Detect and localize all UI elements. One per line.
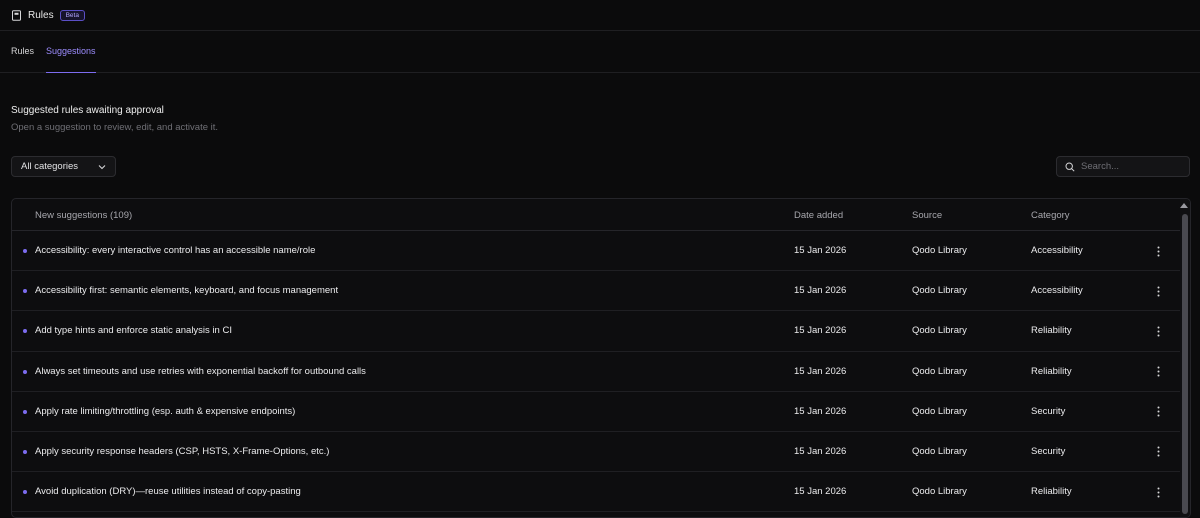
more-options-icon[interactable] (1154, 405, 1162, 419)
unread-dot-icon (23, 409, 27, 414)
column-header-date[interactable]: Date added (794, 210, 843, 221)
suggestion-source: Qodo Library (912, 486, 967, 498)
scrollbar[interactable] (1180, 199, 1190, 517)
unread-dot-icon (23, 289, 27, 294)
suggestions-table: New suggestions (109) Date added Source … (11, 198, 1191, 518)
suggestion-name: Apply rate limiting/throttling (esp. aut… (35, 405, 296, 417)
suggestion-name: Add type hints and enforce static analys… (35, 325, 232, 337)
scrollbar-thumb[interactable] (1182, 214, 1188, 514)
unread-dot-icon (23, 490, 27, 495)
page-subtitle: Open a suggestion to review, edit, and a… (11, 122, 219, 133)
more-options-icon[interactable] (1154, 485, 1162, 499)
suggestion-name: Apply security response headers (CSP, HS… (35, 445, 330, 457)
suggestion-source: Qodo Library (912, 365, 967, 377)
suggestion-category: Accessibility (1031, 285, 1083, 297)
scroll-up-icon[interactable] (1180, 203, 1188, 208)
tab-rules[interactable]: Rules (11, 30, 34, 72)
suggestion-category: Security (1031, 445, 1066, 457)
suggestion-source: Qodo Library (912, 245, 967, 256)
column-header-name[interactable]: New suggestions (109) (35, 210, 132, 221)
suggestion-name: Accessibility: every interactive control… (35, 245, 316, 256)
column-header-source[interactable]: Source (912, 210, 942, 221)
suggestion-source: Qodo Library (912, 285, 967, 297)
suggestion-date: 15 Jan 2026 (794, 486, 847, 498)
table-row[interactable]: Apply security response headers (CSP, HS… (12, 432, 1190, 473)
table-header: New suggestions (109) Date added Source … (12, 199, 1190, 231)
book-icon (11, 9, 22, 21)
tab-suggestions[interactable]: Suggestions (46, 30, 96, 73)
suggestion-category: Accessibility (1031, 245, 1083, 256)
search-box[interactable] (1056, 156, 1190, 177)
suggestion-category: Reliability (1031, 325, 1072, 337)
suggestion-source: Qodo Library (912, 325, 967, 337)
suggestion-date: 15 Jan 2026 (794, 365, 847, 377)
suggestion-source: Qodo Library (912, 405, 967, 417)
table-row[interactable]: Always set timeouts and use retries with… (12, 352, 1190, 392)
suggestion-date: 15 Jan 2026 (794, 285, 847, 297)
category-select[interactable]: All categories (11, 156, 116, 177)
search-icon (1065, 161, 1075, 172)
suggestion-category: Security (1031, 405, 1066, 417)
chevron-down-icon (98, 163, 106, 171)
suggestion-name: Always set timeouts and use retries with… (35, 365, 366, 377)
top-bar: Rules Beta (0, 0, 1200, 31)
suggestion-name: Avoid duplication (DRY)—reuse utilities … (35, 486, 301, 498)
more-options-icon[interactable] (1154, 244, 1162, 258)
more-options-icon[interactable] (1154, 284, 1162, 298)
more-options-icon[interactable] (1154, 324, 1162, 338)
page-app-title: Rules (28, 9, 54, 21)
table-row[interactable]: Avoid duplication (DRY)—reuse utilities … (12, 472, 1190, 513)
suggestion-date: 15 Jan 2026 (794, 245, 847, 256)
column-header-category[interactable]: Category (1031, 210, 1070, 221)
tab-bar: Rules Suggestions (0, 31, 1200, 73)
suggestion-category: Reliability (1031, 486, 1072, 498)
suggestion-name: Accessibility first: semantic elements, … (35, 285, 339, 297)
unread-dot-icon (23, 369, 27, 374)
suggestion-category: Reliability (1031, 365, 1072, 377)
table-row[interactable]: Apply rate limiting/throttling (esp. aut… (12, 392, 1190, 432)
more-options-icon[interactable] (1154, 365, 1162, 379)
unread-dot-icon (23, 449, 27, 454)
suggestion-date: 15 Jan 2026 (794, 325, 847, 337)
beta-badge: Beta (59, 9, 85, 21)
unread-dot-icon (23, 329, 27, 334)
search-input[interactable] (1081, 161, 1181, 172)
suggestion-source: Qodo Library (912, 445, 967, 457)
table-row[interactable]: Add type hints and enforce static analys… (12, 311, 1190, 352)
table-row[interactable]: Accessibility first: semantic elements, … (12, 271, 1190, 312)
unread-dot-icon (23, 249, 27, 253)
suggestion-date: 15 Jan 2026 (794, 405, 847, 417)
suggestion-date: 15 Jan 2026 (794, 445, 847, 457)
more-options-icon[interactable] (1154, 445, 1162, 459)
category-select-value: All categories (21, 161, 79, 172)
page-title: Suggested rules awaiting approval (11, 105, 164, 116)
table-row[interactable]: Accessibility: every interactive control… (12, 231, 1190, 272)
